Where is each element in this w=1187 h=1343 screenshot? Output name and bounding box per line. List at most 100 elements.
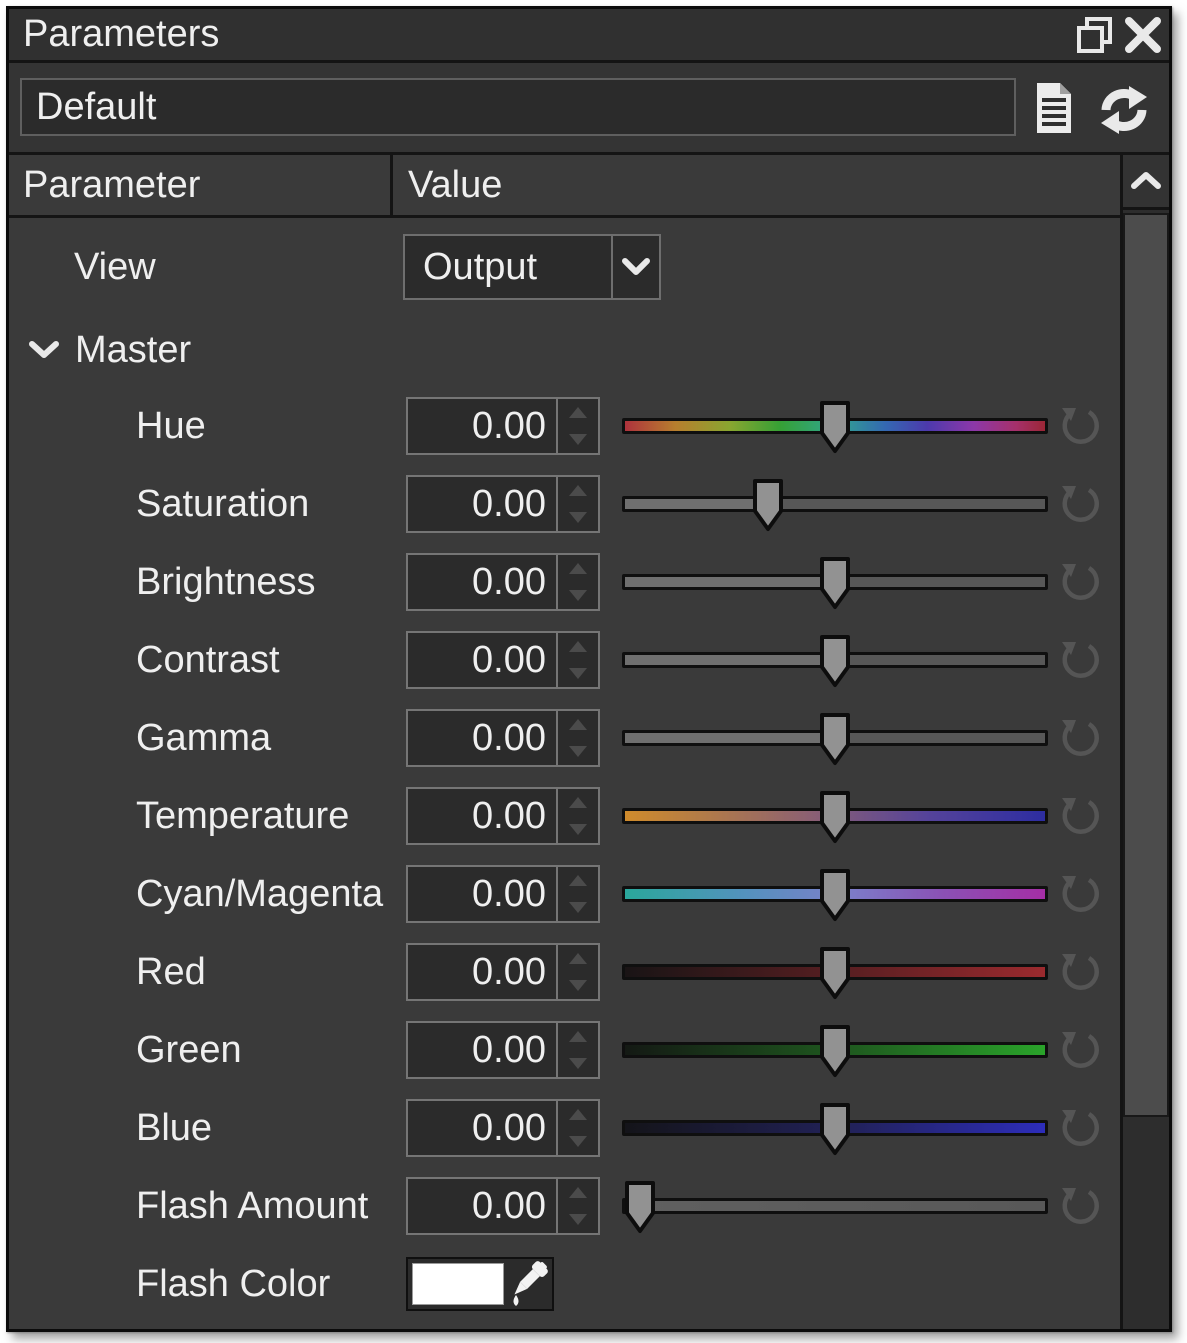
slider[interactable]: [619, 1089, 1051, 1167]
parameter-label: Brightness: [136, 543, 316, 621]
slider-handle[interactable]: [818, 1102, 852, 1156]
value-spinbox[interactable]: 0.00: [406, 787, 600, 845]
color-swatch[interactable]: [412, 1263, 504, 1305]
spin-up-button[interactable]: [558, 633, 598, 660]
slider[interactable]: [619, 543, 1051, 621]
value-spinbox[interactable]: 0.00: [406, 943, 600, 1001]
spin-down-arrow: [569, 1058, 587, 1069]
slider[interactable]: [619, 1167, 1051, 1245]
reset-undo-icon[interactable]: [1058, 1028, 1102, 1072]
master-group-row[interactable]: Master: [9, 313, 1120, 387]
slider-handle[interactable]: [818, 790, 852, 844]
spin-down-arrow: [569, 824, 587, 835]
slider[interactable]: [619, 933, 1051, 1011]
parameters-panel: Parameters Default: [6, 6, 1172, 1332]
spin-down-button[interactable]: [558, 1206, 598, 1233]
color-picker-button[interactable]: [504, 1261, 552, 1307]
spin-up-button[interactable]: [558, 1101, 598, 1128]
value-text: 0.00: [408, 1023, 556, 1077]
value-text: 0.00: [408, 1101, 556, 1155]
value-spinbox[interactable]: 0.00: [406, 1021, 600, 1079]
spin-up-button[interactable]: [558, 399, 598, 426]
spin-up-button[interactable]: [558, 555, 598, 582]
reset-undo-icon[interactable]: [1058, 1106, 1102, 1150]
reset-undo-icon[interactable]: [1058, 872, 1102, 916]
slider-handle[interactable]: [751, 478, 785, 532]
parameter-row: Saturation 0.00: [9, 465, 1120, 543]
spin-down-button[interactable]: [558, 738, 598, 765]
spin-up-arrow: [569, 1031, 587, 1042]
slider-handle[interactable]: [818, 868, 852, 922]
value-spinbox[interactable]: 0.00: [406, 1177, 600, 1235]
close-icon[interactable]: [1121, 13, 1165, 57]
slider-handle[interactable]: [818, 400, 852, 454]
parameter-label: Gamma: [136, 699, 271, 777]
color-control[interactable]: [406, 1257, 554, 1311]
spin-up-button[interactable]: [558, 867, 598, 894]
slider-track[interactable]: [622, 1198, 1048, 1214]
spin-down-button[interactable]: [558, 582, 598, 609]
view-dropdown[interactable]: Output: [403, 234, 661, 300]
slider-track[interactable]: [622, 496, 1048, 512]
slider[interactable]: [619, 777, 1051, 855]
reset-undo-icon[interactable]: [1058, 560, 1102, 604]
spin-up-arrow: [569, 485, 587, 496]
value-spinbox[interactable]: 0.00: [406, 1099, 600, 1157]
spin-down-arrow: [569, 746, 587, 757]
value-spinbox[interactable]: 0.00: [406, 709, 600, 767]
restore-window-icon[interactable]: [1075, 14, 1115, 56]
slider[interactable]: [619, 465, 1051, 543]
spin-up-button[interactable]: [558, 1179, 598, 1206]
view-dropdown-button[interactable]: [611, 236, 659, 298]
reset-undo-icon[interactable]: [1058, 1184, 1102, 1228]
value-spinbox[interactable]: 0.00: [406, 865, 600, 923]
spin-down-button[interactable]: [558, 660, 598, 687]
value-spinbox[interactable]: 0.00: [406, 631, 600, 689]
spin-down-button[interactable]: [558, 426, 598, 453]
spin-up-arrow: [569, 1109, 587, 1120]
scroll-up-button[interactable]: [1123, 155, 1169, 210]
refresh-icon[interactable]: [1097, 85, 1151, 135]
slider-handle[interactable]: [818, 946, 852, 1000]
slider-handle[interactable]: [818, 634, 852, 688]
slider-handle[interactable]: [623, 1180, 657, 1234]
reset-undo-icon[interactable]: [1058, 716, 1102, 760]
value-spinbox[interactable]: 0.00: [406, 553, 600, 611]
parameter-row: Contrast 0.00: [9, 621, 1120, 699]
column-divider[interactable]: [390, 155, 393, 218]
slider-handle[interactable]: [818, 1024, 852, 1078]
spin-down-button[interactable]: [558, 894, 598, 921]
value-spinbox[interactable]: 0.00: [406, 397, 600, 455]
spin-down-arrow: [569, 980, 587, 991]
spin-up-button[interactable]: [558, 945, 598, 972]
spin-down-button[interactable]: [558, 1050, 598, 1077]
spin-down-button[interactable]: [558, 504, 598, 531]
document-icon[interactable]: [1033, 81, 1075, 135]
scrollbar-thumb[interactable]: [1123, 213, 1169, 1117]
collapse-chevron-icon[interactable]: [28, 340, 60, 360]
spin-down-button[interactable]: [558, 816, 598, 843]
scrollbar[interactable]: [1123, 155, 1169, 1329]
slider[interactable]: [619, 387, 1051, 465]
slider-handle[interactable]: [818, 712, 852, 766]
reset-undo-icon[interactable]: [1058, 638, 1102, 682]
spin-up-button[interactable]: [558, 711, 598, 738]
preset-name-input[interactable]: Default: [20, 78, 1016, 136]
reset-undo-icon[interactable]: [1058, 482, 1102, 526]
reset-undo-icon[interactable]: [1058, 794, 1102, 838]
reset-undo-icon[interactable]: [1058, 950, 1102, 994]
eyedropper-icon: [508, 1261, 548, 1307]
value-text: 0.00: [408, 633, 556, 687]
value-spinbox[interactable]: 0.00: [406, 475, 600, 533]
spin-up-button[interactable]: [558, 1023, 598, 1050]
slider[interactable]: [619, 855, 1051, 933]
slider[interactable]: [619, 699, 1051, 777]
spin-down-button[interactable]: [558, 972, 598, 999]
reset-undo-icon[interactable]: [1058, 404, 1102, 448]
spin-down-button[interactable]: [558, 1128, 598, 1155]
slider[interactable]: [619, 621, 1051, 699]
slider-handle[interactable]: [818, 556, 852, 610]
spin-up-button[interactable]: [558, 477, 598, 504]
slider[interactable]: [619, 1011, 1051, 1089]
spin-up-button[interactable]: [558, 789, 598, 816]
